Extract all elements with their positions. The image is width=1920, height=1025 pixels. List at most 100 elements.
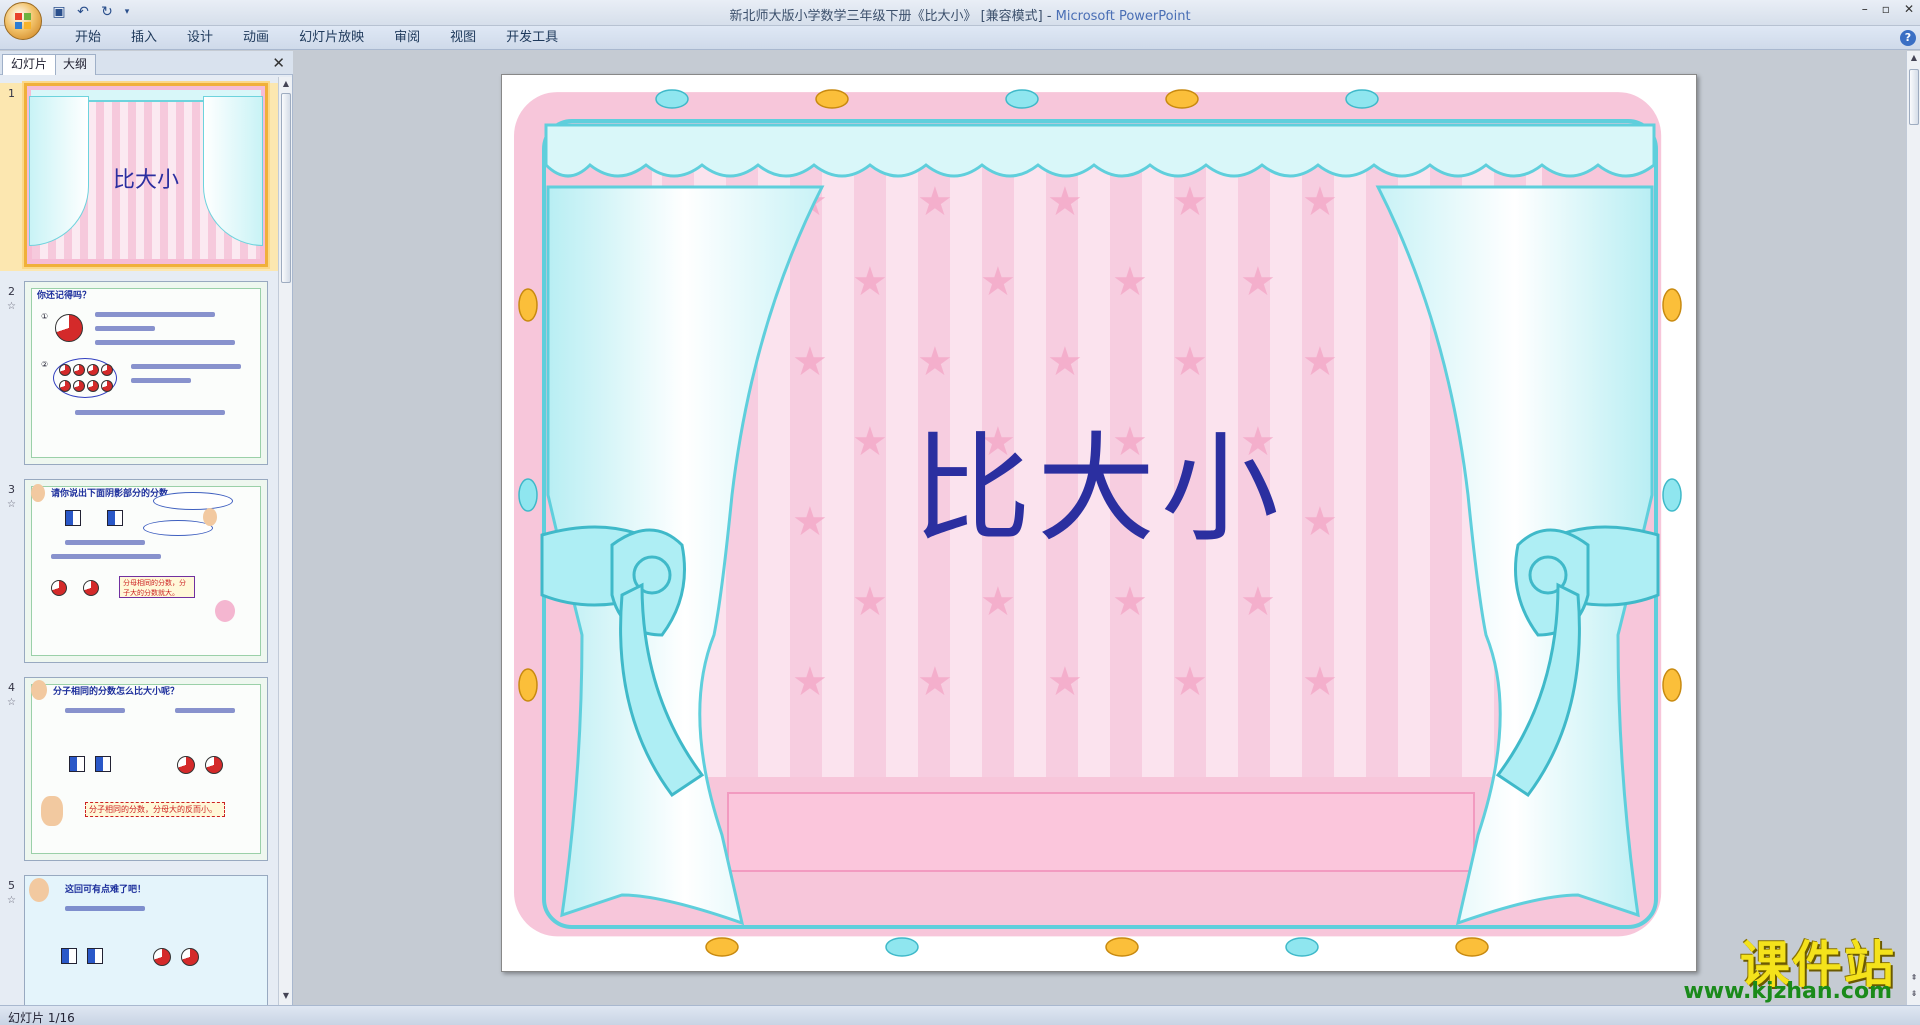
slide-thumbnails: 1 比大小 2 ☆ 你还记得吗？ ① ② 3 ☆ 请你说出下面阴影部分的分数。 … [0, 77, 278, 1005]
pie-icon [177, 756, 195, 774]
dot-icon [73, 380, 85, 392]
thumb-heading: 这回可有点难了吧！ [65, 885, 147, 895]
shaded-square-icon [65, 510, 81, 526]
office-button[interactable] [4, 2, 42, 40]
svg-text:★: ★ [980, 259, 1016, 305]
thumbnail-frame: 你还记得吗？ ① ② [24, 281, 268, 465]
svg-text:★: ★ [917, 339, 953, 385]
svg-text:★: ★ [1240, 259, 1276, 305]
kid-avatar-icon [31, 484, 45, 502]
slide-number: 3 [8, 483, 15, 496]
kid-avatar-icon [29, 878, 49, 902]
grid-square-icon [61, 948, 77, 964]
thumb-bg [25, 876, 267, 1005]
slide-title[interactable]: 比大小 [502, 393, 1696, 564]
tab-developer[interactable]: 开发工具 [491, 29, 573, 47]
title-bar: ▣ ↶ ↻ ▾ 新北师大版小学数学三年级下册《比大小》 [兼容模式] - Mic… [0, 0, 1920, 40]
svg-text:★: ★ [1302, 339, 1338, 385]
svg-text:★: ★ [1172, 339, 1208, 385]
next-slide-icon[interactable]: ⇟ [1909, 989, 1919, 1001]
kid-avatar-icon [215, 600, 235, 622]
tab-home[interactable]: 开始 [60, 29, 116, 47]
minimize-icon[interactable]: – [1862, 2, 1868, 16]
svg-text:★: ★ [980, 579, 1016, 625]
item-marker: ① [41, 312, 49, 321]
scroll-thumb[interactable] [1909, 69, 1919, 125]
watermark: 课件站 www.kjzhan.com [1666, 925, 1896, 1005]
scroll-up-icon[interactable]: ▲ [281, 79, 291, 91]
tab-insert[interactable]: 插入 [116, 29, 172, 47]
current-slide[interactable]: ★★★★★ ★★★★ ★★★★★ ★★★★ ★★ ★★★★ ★★★★★ [501, 74, 1697, 972]
slide-scrollbar[interactable]: ▲ ⇞ ⇟ [1906, 51, 1920, 1005]
kid-avatar-icon [203, 508, 217, 526]
app-name: Microsoft PowerPoint [1055, 9, 1191, 24]
close-icon[interactable]: ✕ [1904, 2, 1914, 16]
slide-thumbnail-2[interactable]: 2 ☆ 你还记得吗？ ① ② [0, 281, 278, 469]
thumbnail-frame: 请你说出下面阴影部分的分数。 分母相同的分数，分子大的分数就大。 [24, 479, 268, 663]
slide-number: 4 [8, 681, 15, 694]
dot-icon [73, 364, 85, 376]
dot-icon [101, 380, 113, 392]
dot-icon [101, 364, 113, 376]
slide-thumbnail-3[interactable]: 3 ☆ 请你说出下面阴影部分的分数。 分母相同的分数，分子大的分数就大。 [0, 479, 278, 667]
grid-square-icon [87, 948, 103, 964]
text-line [75, 410, 225, 415]
scroll-down-icon[interactable]: ▼ [281, 991, 291, 1003]
tab-outline[interactable]: 大纲 [54, 54, 97, 75]
stage-base [727, 792, 1475, 872]
dot-icon [59, 380, 71, 392]
slide-thumbnail-5[interactable]: 5 ☆ 这回可有点难了吧！ [0, 875, 278, 1005]
svg-text:★: ★ [852, 259, 888, 305]
svg-text:★: ★ [1047, 339, 1083, 385]
pane-tabs: 幻灯片 大纲 ✕ [0, 51, 293, 75]
slide-thumbnail-1[interactable]: 1 比大小 [0, 83, 278, 271]
text-line [65, 906, 145, 911]
help-icon[interactable]: ? [1900, 30, 1916, 46]
svg-text:★: ★ [917, 659, 953, 705]
tab-animations[interactable]: 动画 [228, 29, 284, 47]
tab-view[interactable]: 视图 [435, 29, 491, 47]
slide-number: 2 [8, 285, 15, 298]
maximize-icon[interactable]: ▫ [1882, 2, 1890, 16]
dot-icon [87, 364, 99, 376]
svg-text:★: ★ [1112, 259, 1148, 305]
dot-icon [87, 380, 99, 392]
svg-text:★: ★ [1047, 659, 1083, 705]
slide-thumbnail-4[interactable]: 4 ☆ 分子相同的分数怎么比大小呢？ 分子相同的分数，分母大的反而小。 [0, 677, 278, 865]
scroll-thumb[interactable] [281, 93, 291, 283]
tab-design[interactable]: 设计 [172, 29, 228, 47]
grid-square-icon [69, 756, 85, 772]
office-logo-icon [15, 13, 31, 29]
pane-close-icon[interactable]: ✕ [272, 54, 285, 72]
grid-square-icon [95, 756, 111, 772]
scroll-up-icon[interactable]: ▲ [1909, 53, 1919, 65]
thumb-heading: 分子相同的分数怎么比大小呢？ [53, 687, 180, 697]
text-line [95, 326, 155, 331]
svg-text:★: ★ [792, 339, 828, 385]
animation-star-icon: ☆ [7, 499, 16, 510]
thumb-heading: 你还记得吗？ [37, 291, 92, 301]
mini-slide-title: 比大小 [112, 168, 179, 193]
svg-text:★: ★ [792, 659, 828, 705]
pie-icon [83, 580, 99, 596]
dot-icon [59, 364, 71, 376]
slide-canvas: ★★★★★ ★★★★ ★★★★★ ★★★★ ★★ ★★★★ ★★★★★ [294, 51, 1906, 1005]
pie-icon [181, 948, 199, 966]
thumbnails-scrollbar[interactable]: ▲ ▼ [278, 77, 292, 1005]
tab-slideshow[interactable]: 幻灯片放映 [284, 29, 379, 47]
thumbnail-frame: 分子相同的分数怎么比大小呢？ 分子相同的分数，分母大的反而小。 [24, 677, 268, 861]
slide-count: 幻灯片 1/16 [8, 1011, 75, 1025]
kid-avatar-icon [31, 680, 47, 700]
shaded-square-icon [107, 510, 123, 526]
rule-box: 分子相同的分数，分母大的反而小。 [85, 802, 225, 817]
thumbnail-frame: 比大小 [24, 83, 268, 267]
thumbnail-frame: 这回可有点难了吧！ [24, 875, 268, 1005]
status-bar: 幻灯片 1/16 [0, 1005, 1920, 1025]
window-title: 新北师大版小学数学三年级下册《比大小》 [兼容模式] - Microsoft P… [0, 5, 1920, 24]
watermark-url: www.kjzhan.com [1683, 979, 1892, 1004]
text-line [131, 364, 241, 369]
ribbon-tabs: 开始 插入 设计 动画 幻灯片放映 审阅 视图 开发工具 [60, 29, 573, 47]
tab-slides[interactable]: 幻灯片 [2, 54, 57, 75]
prev-slide-icon[interactable]: ⇞ [1909, 973, 1919, 985]
tab-review[interactable]: 审阅 [379, 29, 435, 47]
